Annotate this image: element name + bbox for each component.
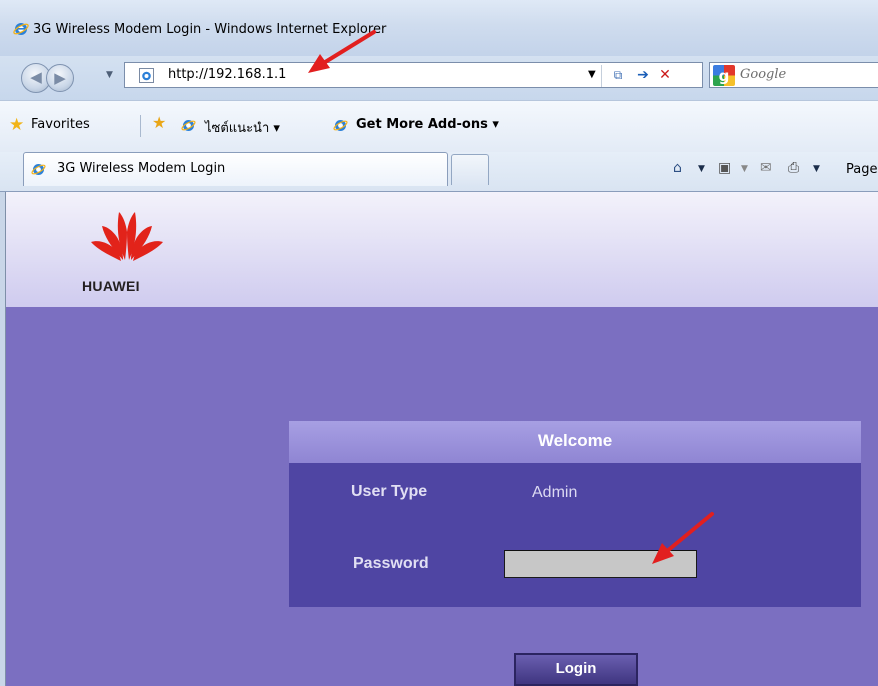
feeds-icon[interactable]: ▣ [718,161,731,175]
address-bar[interactable]: http://192.168.1.1 ▼ ⧉ ➔ ✕ [124,62,703,88]
tab-3g-wireless-modem-login[interactable]: 3G Wireless Modem Login [23,152,448,186]
favorites-link-suggested-sites[interactable]: ไซต์แนะนำ ▾ [205,117,280,138]
go-arrow-icon[interactable]: ➔ [633,66,653,86]
print-dropdown-icon[interactable]: ▼ [813,164,820,174]
annotation-arrow-url [308,30,376,73]
ie-link-icon [333,120,348,131]
new-tab-button[interactable] [451,154,489,185]
tab-label: 3G Wireless Modem Login [57,161,226,176]
address-divider [601,65,602,87]
add-to-favorites-icon[interactable]: ★ [152,115,166,131]
svg-text:g: g [719,67,730,85]
internet-explorer-icon [13,23,29,35]
annotation-arrow-password [652,512,714,564]
huawei-logo-icon [91,212,163,261]
favorites-button[interactable]: Favorites [31,117,90,132]
compatibility-view-icon[interactable]: ⧉ [608,66,628,86]
welcome-panel-header: Welcome [289,421,861,463]
ie-link-icon [181,120,196,131]
page-menu-button[interactable]: Page [846,162,877,177]
url-text[interactable]: http://192.168.1.1 [168,67,286,82]
huawei-logo-text: HUAWEI [82,278,140,294]
modem-login-page: HUAWEI Welcome User Type Admin Password … [6,192,878,686]
stop-icon[interactable]: ✕ [655,66,675,86]
google-search-icon: g [713,65,735,86]
favorites-link-get-add-ons[interactable]: Get More Add-ons ▾ [356,117,499,132]
favorites-divider [140,115,141,137]
user-type-label: User Type [351,483,428,500]
home-icon[interactable]: ⌂ [673,161,682,175]
tab-ie-icon [31,164,46,175]
login-panel: User Type Admin Password [289,463,861,607]
mail-icon[interactable]: ✉ [760,161,772,175]
login-button[interactable]: Login [514,653,638,686]
favorites-star-icon[interactable]: ★ [9,117,24,134]
welcome-title: Welcome [537,431,613,450]
password-label: Password [353,555,429,572]
print-icon[interactable]: ⎙ [788,161,799,175]
address-dropdown-icon[interactable]: ▼ [588,69,596,80]
window-title-bar: 3G Wireless Modem Login - Windows Intern… [0,0,878,56]
forward-button[interactable]: ▶ [46,64,74,92]
search-box[interactable]: g Google [709,62,878,88]
page-ie-icon [139,68,154,83]
arrow-right-icon: ▶ [54,69,66,87]
recent-pages-dropdown-icon[interactable]: ▼ [106,70,113,80]
home-dropdown-icon[interactable]: ▼ [698,164,705,174]
user-type-value: Admin [532,484,578,501]
page-header: HUAWEI [6,192,878,307]
feeds-dropdown-icon[interactable]: ▼ [741,164,748,174]
search-placeholder: Google [740,67,787,82]
